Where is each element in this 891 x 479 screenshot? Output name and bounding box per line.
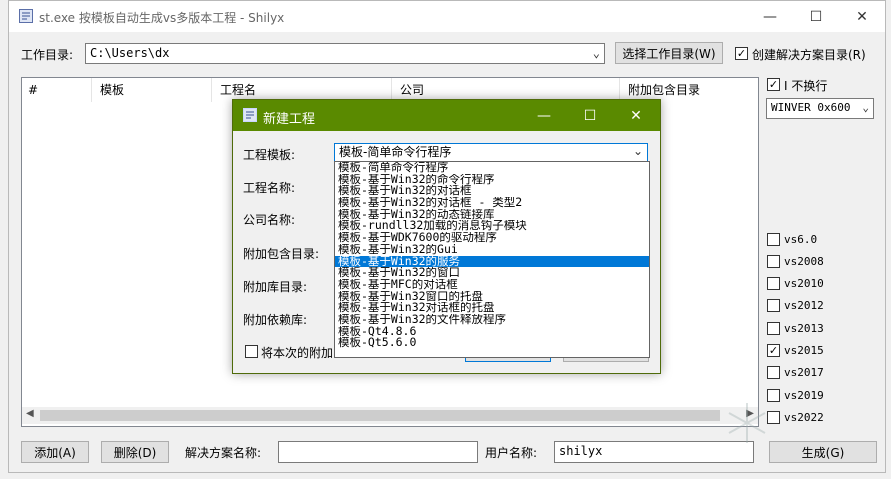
company-name-label: 公司名称: xyxy=(243,213,296,227)
dialog-close-button[interactable]: ✕ xyxy=(613,100,659,131)
template-option[interactable]: 模板-基于Win32的窗口 xyxy=(335,267,649,279)
vs-version-label: vs2008 xyxy=(784,254,824,268)
vs-version-item[interactable]: vs2017 xyxy=(767,365,824,381)
chevron-down-icon: ⌄ xyxy=(592,46,600,60)
template-option[interactable]: 模板-基于Win32的对话框 xyxy=(335,185,649,197)
delete-button[interactable]: 删除(D) xyxy=(101,441,169,463)
vs-version-checkbox[interactable] xyxy=(767,277,780,291)
no-wrap-checkbox[interactable]: ✓ xyxy=(767,78,780,91)
app-icon xyxy=(243,108,257,122)
template-option[interactable]: 模板-基于Win32窗口的托盘 xyxy=(335,291,649,303)
template-option[interactable]: 模板-rundll32加载的消息钩子模块 xyxy=(335,220,649,232)
snowflake-watermark-icon xyxy=(728,403,766,443)
solution-name-label: 解决方案名称: xyxy=(185,446,262,460)
checkmark-icon: ✓ xyxy=(768,344,779,357)
template-option[interactable]: 模板-基于Win32对话框的托盘 xyxy=(335,302,649,314)
scrollbar-thumb[interactable] xyxy=(40,410,720,421)
new-project-dialog: 新建工程 — ☐ ✕ 工程模板: 模板-简单命令行程序 ⌄ 工程名称: 公司名称… xyxy=(232,99,661,374)
vs-version-checkbox[interactable] xyxy=(767,254,780,268)
template-option[interactable]: 模板-基于Win32的服务 xyxy=(335,255,649,268)
vs-version-label: vs2012 xyxy=(784,299,824,313)
dialog-maximize-button[interactable]: ☐ xyxy=(567,100,613,131)
app-icon xyxy=(19,9,33,23)
scroll-left-icon[interactable]: ◀ xyxy=(26,408,34,419)
dependency-label: 附加依赖库: xyxy=(243,313,308,327)
template-dropdown-list[interactable]: 模板-简单命令行程序 模板-基于Win32的命令行程序 模板-基于Win32的对话框… xyxy=(334,161,650,358)
vs-version-checkbox[interactable]: ✓ xyxy=(767,344,780,357)
template-option[interactable]: 模板-基于Win32的动态链接库 xyxy=(335,209,649,221)
vs-version-checkbox[interactable] xyxy=(767,366,780,380)
generate-button[interactable]: 生成(G) xyxy=(769,441,877,463)
maximize-button[interactable]: ☐ xyxy=(793,1,839,32)
template-option[interactable]: 模板-基于Win32的命令行程序 xyxy=(335,174,649,186)
workdir-value: C:\Users\dx xyxy=(90,46,170,60)
template-option[interactable]: 模板-基于Win32的对话框 - 类型2 xyxy=(335,197,649,209)
workdir-label: 工作目录: xyxy=(21,48,74,62)
create-solution-dir-checkbox[interactable]: ✓ xyxy=(735,47,748,60)
title-bar: st.exe 按模板自动生成vs多版本工程 - Shilyx — ☐ ✕ xyxy=(9,1,885,32)
window-title: st.exe 按模板自动生成vs多版本工程 - Shilyx xyxy=(39,11,285,25)
vs-version-item[interactable]: vs2013 xyxy=(767,320,824,336)
column-header-template[interactable]: 模板 xyxy=(92,78,212,102)
column-header-index[interactable]: # xyxy=(22,78,92,102)
vs-version-checkbox[interactable] xyxy=(767,299,780,313)
winver-value: WINVER 0x600 xyxy=(771,101,851,114)
template-option[interactable]: 模板-基于Win32的Gui xyxy=(335,244,649,256)
vs-version-label: vs2015 xyxy=(784,344,824,357)
checkmark-icon: ✓ xyxy=(736,47,747,60)
vs-version-item[interactable]: vs2012 xyxy=(767,298,824,314)
dialog-minimize-button[interactable]: — xyxy=(521,100,567,131)
winver-select[interactable]: WINVER 0x600 ⌄ xyxy=(766,98,874,119)
template-label: 工程模板: xyxy=(243,148,296,162)
vs-version-item[interactable]: ✓ vs2015 xyxy=(767,343,824,359)
template-option[interactable]: 模板-基于MFC的对话框 xyxy=(335,279,649,291)
template-option[interactable]: 模板-Qt5.6.0 xyxy=(335,337,649,349)
remember-checkbox[interactable] xyxy=(245,345,258,358)
vs-version-item[interactable]: vs6.0 xyxy=(767,231,817,247)
vs-version-label: vs2017 xyxy=(784,366,824,380)
vs-version-label: vs2019 xyxy=(784,388,824,402)
template-value: 模板-简单命令行程序 xyxy=(339,145,452,159)
vs-version-label: vs2010 xyxy=(784,277,824,291)
template-option[interactable]: 模板-基于WDK7600的驱动程序 xyxy=(335,232,649,244)
vs-version-checkbox[interactable] xyxy=(767,321,780,335)
add-button[interactable]: 添加(A) xyxy=(21,441,89,463)
checkmark-icon: ✓ xyxy=(768,78,779,91)
chevron-down-icon: ⌄ xyxy=(862,101,869,114)
no-wrap-label: I 不换行 xyxy=(784,79,828,93)
dialog-title-bar: 新建工程 — ☐ ✕ xyxy=(233,100,660,131)
horizontal-scrollbar[interactable]: ◀ ▶ xyxy=(22,407,758,424)
template-option[interactable]: 模板-基于Win32的文件释放程序 xyxy=(335,314,649,326)
vs-version-checkbox[interactable] xyxy=(767,232,780,246)
vs-version-item[interactable]: vs2010 xyxy=(767,276,824,292)
workdir-combobox[interactable]: C:\Users\dx ⌄ xyxy=(85,43,605,64)
template-option[interactable]: 模板-Qt4.8.6 xyxy=(335,326,649,338)
vs-version-label: vs2022 xyxy=(784,410,824,424)
include-dir-label: 附加包含目录: xyxy=(243,247,320,261)
vs-version-label: vs2013 xyxy=(784,321,824,335)
vs-version-item[interactable]: vs2008 xyxy=(767,253,824,269)
user-name-label: 用户名称: xyxy=(485,446,538,460)
template-option[interactable]: 模板-简单命令行程序 xyxy=(335,162,649,174)
vs-version-label: vs6.0 xyxy=(784,232,818,246)
solution-name-input[interactable] xyxy=(278,441,478,463)
minimize-button[interactable]: — xyxy=(747,1,793,32)
create-solution-dir-label: 创建解决方案目录(R) xyxy=(752,48,866,62)
remember-label: 将本次的附加 xyxy=(261,346,334,360)
close-button[interactable]: ✕ xyxy=(839,1,885,32)
chevron-down-icon: ⌄ xyxy=(632,144,643,158)
project-name-label: 工程名称: xyxy=(243,181,296,195)
lib-dir-label: 附加库目录: xyxy=(243,280,308,294)
dialog-title: 新建工程 xyxy=(263,112,316,127)
choose-workdir-button[interactable]: 选择工作目录(W) xyxy=(615,42,723,64)
template-combobox[interactable]: 模板-简单命令行程序 ⌄ xyxy=(334,143,648,162)
